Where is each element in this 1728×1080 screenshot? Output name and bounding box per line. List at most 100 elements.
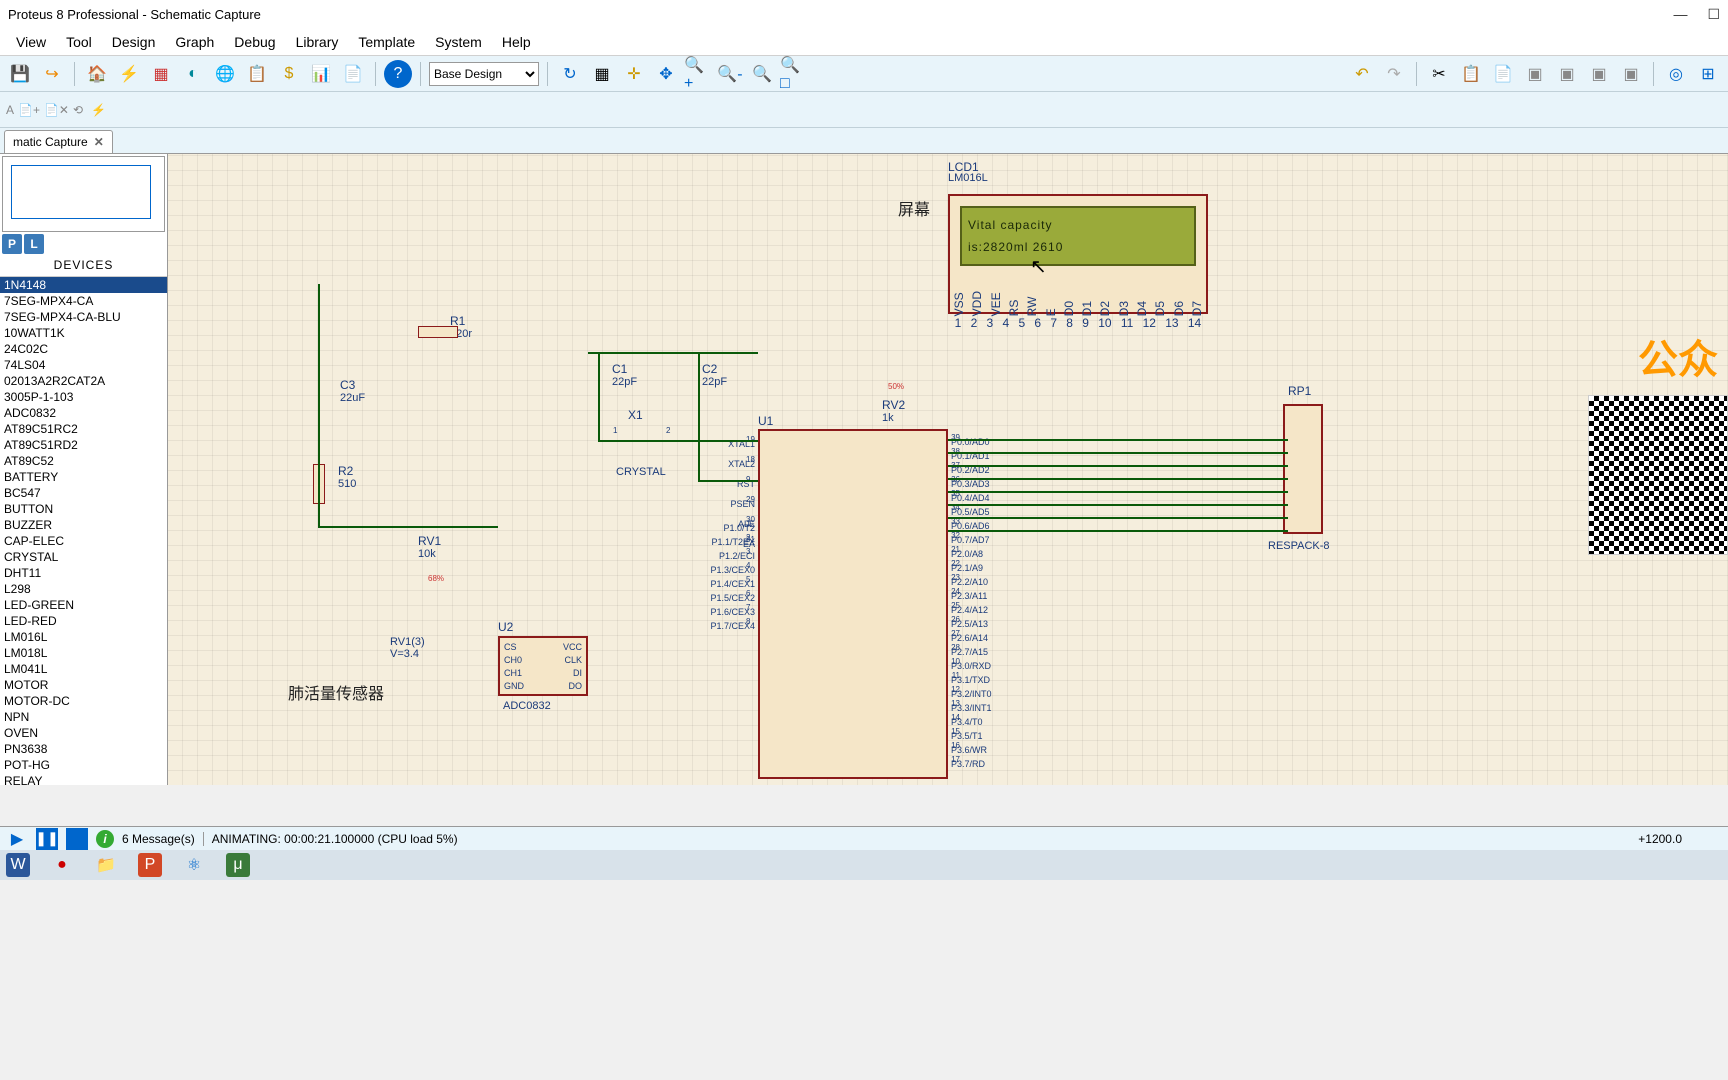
device-item[interactable]: PN3638: [0, 741, 167, 757]
device-list[interactable]: 1N41487SEG-MPX4-CA7SEG-MPX4-CA-BLU10WATT…: [0, 277, 167, 785]
copy-icon[interactable]: 📋: [1457, 60, 1485, 88]
device-item[interactable]: DHT11: [0, 565, 167, 581]
zoom-out-icon[interactable]: 🔍-: [716, 60, 744, 88]
device-item[interactable]: 74LS04: [0, 357, 167, 373]
code-icon[interactable]: $: [275, 60, 303, 88]
device-item[interactable]: LM018L: [0, 645, 167, 661]
minimize-button[interactable]: —: [1673, 6, 1687, 23]
device-item[interactable]: 7SEG-MPX4-CA-BLU: [0, 309, 167, 325]
delete-sheet-icon[interactable]: 📄✕: [44, 103, 69, 117]
menu-debug[interactable]: Debug: [224, 30, 285, 54]
block-copy-icon[interactable]: ▣: [1521, 60, 1549, 88]
tab-close-icon[interactable]: ✕: [94, 135, 104, 149]
device-item[interactable]: POT-HG: [0, 757, 167, 773]
zoom-fit-icon[interactable]: 🔍: [748, 60, 776, 88]
package-icon[interactable]: ⊞: [1694, 60, 1722, 88]
device-item[interactable]: 1N4148: [0, 277, 167, 293]
device-item[interactable]: MOTOR: [0, 677, 167, 693]
menu-graph[interactable]: Graph: [165, 30, 224, 54]
taskbar-word-icon[interactable]: W: [6, 853, 30, 877]
block-move-icon[interactable]: ▣: [1553, 60, 1581, 88]
messages-count[interactable]: 6 Message(s): [122, 832, 195, 846]
device-item[interactable]: BUTTON: [0, 501, 167, 517]
device-item[interactable]: CAP-ELEC: [0, 533, 167, 549]
exit-icon[interactable]: ↪: [38, 60, 66, 88]
block-delete-icon[interactable]: ▣: [1617, 60, 1645, 88]
menu-template[interactable]: Template: [348, 30, 425, 54]
mode-l[interactable]: L: [24, 234, 44, 254]
sim-pause-button[interactable]: ❚❚: [36, 828, 58, 850]
save-icon[interactable]: 💾: [6, 60, 34, 88]
tab-schematic[interactable]: matic Capture ✕: [4, 130, 113, 153]
redo-icon[interactable]: ↷: [1380, 60, 1408, 88]
block-rotate-icon[interactable]: ▣: [1585, 60, 1613, 88]
menu-help[interactable]: Help: [492, 30, 541, 54]
overview-panel[interactable]: [2, 156, 165, 232]
menu-tool[interactable]: Tool: [56, 30, 102, 54]
sim-play-button[interactable]: ▶: [6, 828, 28, 850]
device-item[interactable]: 10WATT1K: [0, 325, 167, 341]
grid-icon[interactable]: ▦: [588, 60, 616, 88]
origin-icon[interactable]: ✛: [620, 60, 648, 88]
device-item[interactable]: 7SEG-MPX4-CA: [0, 293, 167, 309]
data-icon[interactable]: 📊: [307, 60, 335, 88]
device-item[interactable]: OVEN: [0, 725, 167, 741]
device-item[interactable]: LED-GREEN: [0, 597, 167, 613]
cut-icon[interactable]: ✂: [1425, 60, 1453, 88]
sim-stop-button[interactable]: [66, 828, 88, 850]
device-item[interactable]: BC547: [0, 485, 167, 501]
device-item[interactable]: BATTERY: [0, 469, 167, 485]
device-item[interactable]: L298: [0, 581, 167, 597]
device-item[interactable]: LM016L: [0, 629, 167, 645]
design-dropdown[interactable]: Base Design: [429, 62, 539, 86]
zoom-in-icon[interactable]: 🔍+: [684, 60, 712, 88]
schematic-icon[interactable]: ⚡: [115, 60, 143, 88]
pan-icon[interactable]: ✥: [652, 60, 680, 88]
r1-body[interactable]: [418, 326, 458, 338]
gerber-icon[interactable]: 🌐: [211, 60, 239, 88]
autoroute-icon[interactable]: ⟲: [73, 103, 83, 117]
doc-icon[interactable]: 📄: [339, 60, 367, 88]
script-icon[interactable]: ⚡: [91, 103, 106, 117]
u2-chip[interactable]: CSCH0CH1GNDVCCCLKDIDO: [498, 636, 588, 696]
taskbar-explorer-icon[interactable]: 📁: [94, 853, 118, 877]
device-item[interactable]: 02013A2R2CAT2A: [0, 373, 167, 389]
taskbar-ppt-icon[interactable]: P: [138, 853, 162, 877]
pick-icon[interactable]: ◎: [1662, 60, 1690, 88]
maximize-button[interactable]: ☐: [1707, 6, 1720, 23]
refresh-icon[interactable]: ↻: [556, 60, 584, 88]
paste-icon[interactable]: 📄: [1489, 60, 1517, 88]
device-item[interactable]: LM041L: [0, 661, 167, 677]
taskbar-proteus-icon[interactable]: ⚛: [182, 853, 206, 877]
menu-view[interactable]: View: [6, 30, 56, 54]
device-item[interactable]: LED-RED: [0, 613, 167, 629]
device-item[interactable]: AT89C51RC2: [0, 421, 167, 437]
device-item[interactable]: MOTOR-DC: [0, 693, 167, 709]
rp1-body[interactable]: [1283, 404, 1323, 534]
menu-library[interactable]: Library: [286, 30, 349, 54]
menu-design[interactable]: Design: [102, 30, 166, 54]
device-item[interactable]: ADC0832: [0, 405, 167, 421]
3d-icon[interactable]: ◐: [179, 60, 207, 88]
bom-icon[interactable]: 📋: [243, 60, 271, 88]
info-icon[interactable]: i: [96, 830, 114, 848]
menu-system[interactable]: System: [425, 30, 492, 54]
device-item[interactable]: 3005P-1-103: [0, 389, 167, 405]
taskbar-keil-icon[interactable]: μ: [226, 853, 250, 877]
mode-p[interactable]: P: [2, 234, 22, 254]
device-item[interactable]: CRYSTAL: [0, 549, 167, 565]
zoom-area-icon[interactable]: 🔍□: [780, 60, 808, 88]
pcb-icon[interactable]: ▦: [147, 60, 175, 88]
u1-chip[interactable]: XTAL119XTAL218RST9PSEN29ALE30EA31P1.0/T2…: [758, 429, 948, 779]
device-item[interactable]: NPN: [0, 709, 167, 725]
add-sheet-icon[interactable]: 📄+: [18, 103, 40, 117]
schematic-canvas[interactable]: LCD1 LM016L 屏幕 Vital capacity is:2820ml …: [168, 154, 1728, 785]
device-item[interactable]: 24C02C: [0, 341, 167, 357]
device-item[interactable]: RELAY: [0, 773, 167, 785]
device-item[interactable]: AT89C52: [0, 453, 167, 469]
device-item[interactable]: BUZZER: [0, 517, 167, 533]
device-item[interactable]: AT89C51RD2: [0, 437, 167, 453]
help-icon[interactable]: ?: [384, 60, 412, 88]
taskbar-record-icon[interactable]: ●: [50, 853, 74, 877]
lcd-component[interactable]: Vital capacity is:2820ml 2610 VSSVDDVEER…: [948, 194, 1208, 314]
